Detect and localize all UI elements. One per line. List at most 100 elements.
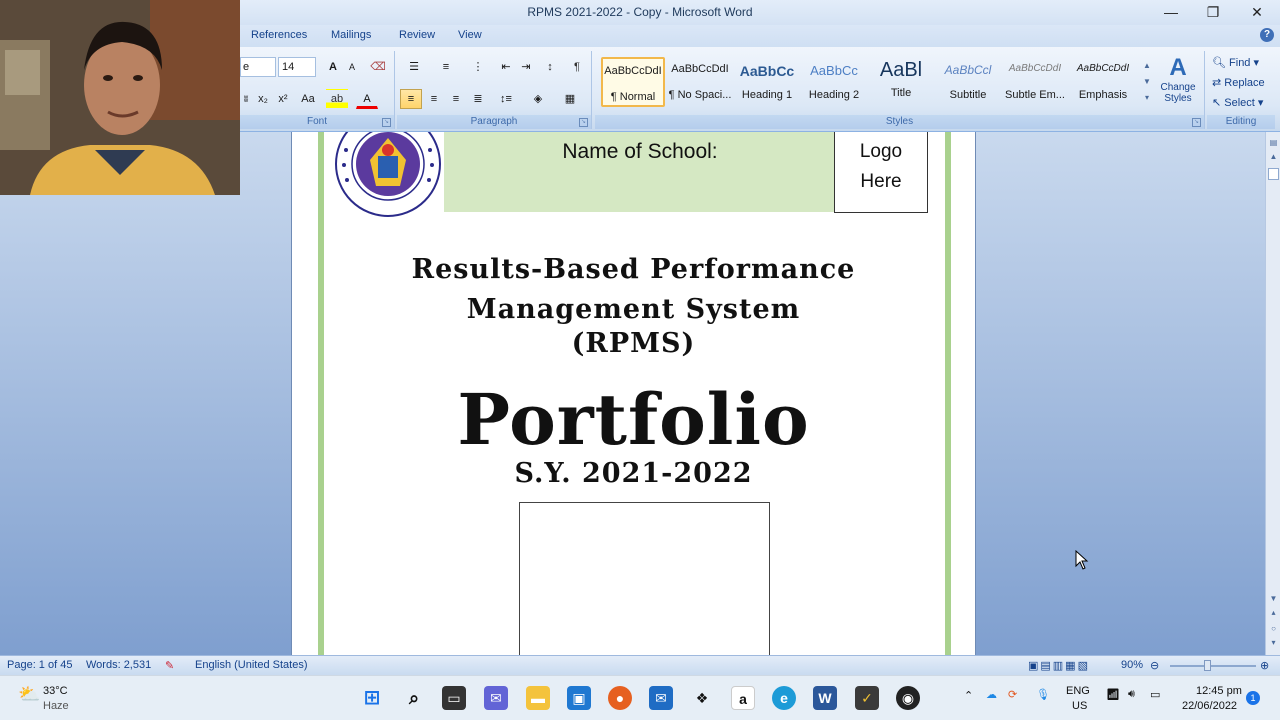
dropbox-icon[interactable]: ❖ <box>690 686 714 710</box>
highlight-icon[interactable]: ab <box>326 89 348 109</box>
line-spacing-icon[interactable]: ↕≡ <box>493 89 519 109</box>
font-name-box[interactable]: e <box>240 57 276 77</box>
mail-icon[interactable]: ✉ <box>649 686 673 710</box>
select-button[interactable]: ↖ Select ▾ <box>1211 93 1273 113</box>
superscript-icon[interactable]: x² <box>274 89 292 109</box>
document-page[interactable]: Name of School: Logo Here Results-Based … <box>291 132 976 655</box>
style-heading-2[interactable]: AaBbCc Heading 2 <box>802 57 866 107</box>
wifi-icon[interactable]: 📶︎ <box>1106 688 1120 701</box>
subscript-icon[interactable]: x₂ <box>254 89 272 109</box>
file-explorer-icon[interactable]: ▬ <box>526 686 550 710</box>
style-title[interactable]: AaBl Title <box>869 57 933 107</box>
strikethrough-icon[interactable]: ʬ <box>240 89 252 109</box>
vertical-scrollbar[interactable]: ▤ ▲ ▼ ▴ ○ ▾ <box>1265 132 1280 655</box>
font-size-box[interactable]: 14 <box>278 57 316 77</box>
next-page-icon[interactable]: ▾ <box>1268 638 1279 647</box>
find-button[interactable]: 🔍︎ Find ▾ <box>1211 53 1271 73</box>
paragraph-dialog-launcher-icon[interactable]: ↘ <box>579 118 588 127</box>
numbering-icon[interactable]: ≡ <box>433 57 459 77</box>
edge-icon[interactable]: e <box>772 686 796 710</box>
previous-page-icon[interactable]: ▴ <box>1268 608 1279 617</box>
tab-mailings[interactable]: Mailings <box>331 29 371 41</box>
microphone-icon[interactable]: 🎙︎ <box>1036 688 1050 701</box>
style-heading-1[interactable]: AaBbCc Heading 1 <box>735 57 799 107</box>
proofing-icon[interactable]: ✎ <box>165 659 174 672</box>
help-icon[interactable]: ? <box>1260 28 1274 42</box>
style-no-spacing[interactable]: AaBbCcDdI ¶ No Spaci... <box>668 57 732 107</box>
search-icon[interactable]: ⌕ <box>402 686 426 710</box>
justify-icon[interactable]: ≣ <box>467 89 489 109</box>
font-dialog-launcher-icon[interactable]: ↘ <box>382 118 391 127</box>
scroll-thumb[interactable] <box>1268 168 1279 180</box>
grow-font-icon[interactable]: A <box>324 57 342 77</box>
shrink-font-icon[interactable]: A <box>344 57 360 77</box>
zoom-in-icon[interactable]: ⊕ <box>1260 659 1269 672</box>
start-icon[interactable]: ⊞ <box>360 686 384 710</box>
weather-icon[interactable]: ⛅ <box>18 684 40 705</box>
decrease-indent-icon[interactable]: ⇤ <box>497 57 515 77</box>
scroll-down-icon[interactable]: ▼ <box>1268 594 1279 603</box>
photo-placeholder-box[interactable] <box>519 502 770 655</box>
maximize-button[interactable]: ❐ <box>1192 0 1234 25</box>
style-subtle-emphasis[interactable]: AaBbCcDdI Subtle Em... <box>1003 57 1067 107</box>
change-case-icon[interactable]: Aa <box>296 89 320 109</box>
show-formatting-icon[interactable]: ¶ <box>567 57 587 77</box>
battery-icon[interactable]: ▭ <box>1150 688 1160 701</box>
style-normal[interactable]: AaBbCcDdI ¶ Normal <box>601 57 665 107</box>
notification-badge[interactable]: 1 <box>1246 691 1260 705</box>
norton-icon[interactable]: ✓ <box>855 686 879 710</box>
page-count[interactable]: Page: 1 of 45 <box>7 659 72 671</box>
align-center-icon[interactable]: ≡ <box>423 89 445 109</box>
style-subtitle[interactable]: AaBbCcl Subtitle <box>936 57 1000 107</box>
clock-date[interactable]: 22/06/2022 <box>1182 700 1237 712</box>
scroll-up-icon[interactable]: ▲ <box>1268 152 1279 161</box>
document-area[interactable]: Name of School: Logo Here Results-Based … <box>0 132 1265 655</box>
zoom-level[interactable]: 90% <box>1121 659 1143 671</box>
language-code[interactable]: ENG <box>1066 685 1090 697</box>
clear-format-icon[interactable]: ⌫ <box>368 57 388 77</box>
volume-icon[interactable]: 🔊︎ <box>1128 688 1135 701</box>
increase-indent-icon[interactable]: ⇥ <box>517 57 535 77</box>
ruler-toggle-icon[interactable]: ▤ <box>1268 138 1279 147</box>
multilevel-list-icon[interactable]: ⋮ <box>465 57 491 77</box>
styles-scroll-icon[interactable]: ▲ ▼ ▾ <box>1141 57 1153 107</box>
amazon-icon[interactable]: a <box>731 686 755 710</box>
obs-icon[interactable]: ◉ <box>896 686 920 710</box>
change-styles-button[interactable]: A Change Styles <box>1157 53 1199 111</box>
sort-icon[interactable]: ↕ <box>540 57 560 77</box>
bullets-icon[interactable]: ☰ <box>401 57 427 77</box>
language-status[interactable]: English (United States) <box>195 659 308 671</box>
logo-placeholder[interactable]: Logo Here <box>834 132 928 213</box>
style-emphasis[interactable]: AaBbCcDdI Emphasis <box>1071 57 1135 107</box>
borders-icon[interactable]: ▦ <box>557 89 583 109</box>
zoom-slider-thumb[interactable] <box>1204 660 1211 671</box>
zoom-out-icon[interactable]: ⊖ <box>1150 659 1159 672</box>
font-color-icon[interactable]: A <box>356 89 378 109</box>
view-buttons-icon[interactable]: ▣▤▥▦▧ <box>1028 659 1090 672</box>
tab-view[interactable]: View <box>458 29 482 41</box>
store-icon[interactable]: ▣ <box>567 686 591 710</box>
word-count[interactable]: Words: 2,531 <box>86 659 151 671</box>
show-hidden-icons-icon[interactable]: ⌃ <box>964 689 973 702</box>
firefox-icon[interactable]: ● <box>608 686 632 710</box>
weather-temp[interactable]: 33°C <box>43 685 68 697</box>
align-right-icon[interactable]: ≡ <box>445 89 467 109</box>
word-icon[interactable]: W <box>813 686 837 710</box>
clock-time[interactable]: 12:45 pm <box>1196 685 1242 697</box>
align-left-icon[interactable]: ≡ <box>400 89 422 109</box>
region-code[interactable]: US <box>1072 700 1087 712</box>
task-view-icon[interactable]: ▭ <box>442 686 466 710</box>
chat-icon[interactable]: ✉ <box>484 686 508 710</box>
tab-review[interactable]: Review <box>399 29 435 41</box>
shading-icon[interactable]: ◈ <box>525 89 551 109</box>
replace-button[interactable]: ⇄ Replace <box>1211 73 1273 93</box>
close-button[interactable]: ✕ <box>1236 0 1278 25</box>
styles-dialog-launcher-icon[interactable]: ↘ <box>1192 118 1201 127</box>
select-browse-object-icon[interactable]: ○ <box>1268 624 1279 633</box>
zoom-slider[interactable] <box>1170 665 1256 667</box>
sync-icon[interactable]: ⟳ <box>1008 688 1017 701</box>
weather-desc[interactable]: Haze <box>43 700 69 712</box>
minimize-button[interactable]: — <box>1150 0 1192 25</box>
onedrive-icon[interactable]: ☁ <box>986 688 997 701</box>
tab-references[interactable]: References <box>251 29 307 41</box>
